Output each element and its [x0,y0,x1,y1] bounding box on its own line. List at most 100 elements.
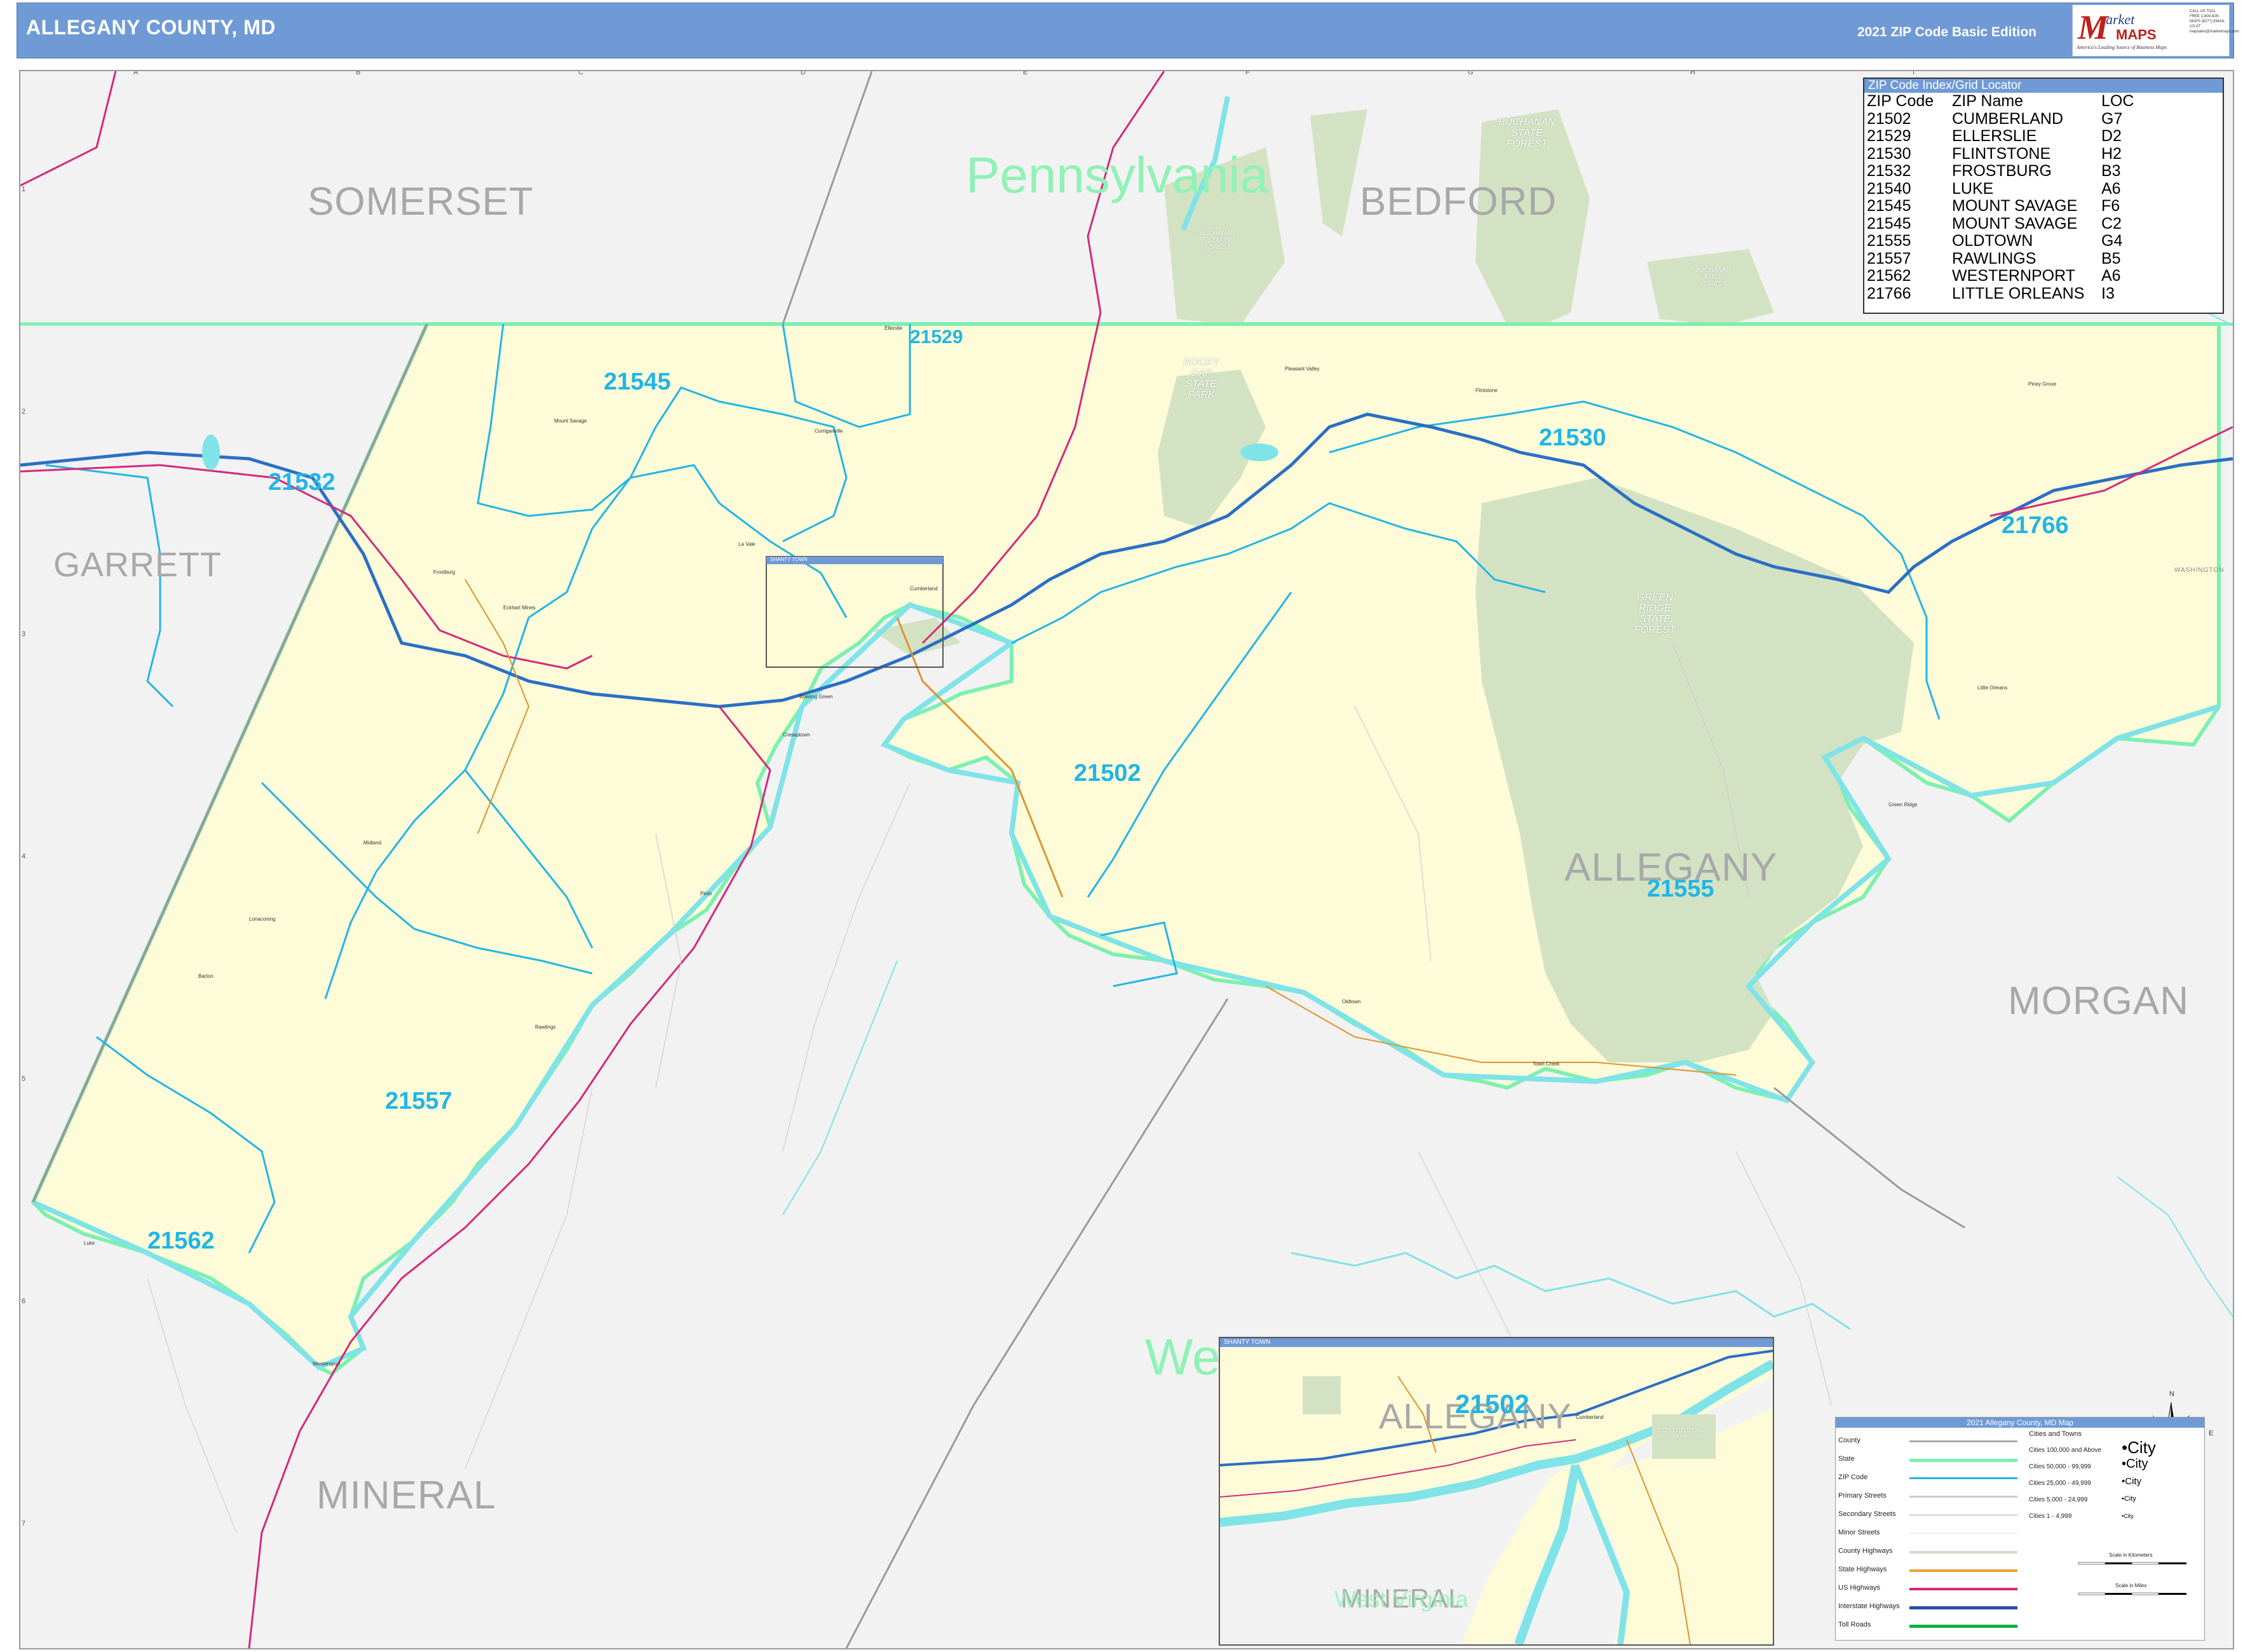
legend-cities-header: Cities and Towns [2029,1430,2082,1438]
inset-zip-21502[interactable]: 21502 [1455,1389,1529,1419]
zip-index-row[interactable]: 21530 FLINTSTONE H2 [1867,144,2134,163]
legend-minor-swatch [1909,1533,2017,1534]
grid-row-5: 5 [22,1075,26,1083]
grid-col-b: B [356,70,361,76]
zip-name-cell: FLINTSTONE [1952,144,2051,163]
map-title: ALLEGANY COUNTY, MD [26,16,276,39]
grid-col-c: C [578,70,583,76]
zip-label-21502[interactable]: 21502 [1074,760,1141,787]
town-oldtown[interactable]: Oldtown [1342,999,1360,1005]
zip-label-21562[interactable]: 21562 [147,1228,215,1255]
town-little-orleans[interactable]: Little Orleans [1977,685,2007,691]
town-flintstone[interactable]: Flintstone [1475,388,1498,393]
region-bedford: BEDFORD [1360,180,1557,224]
town-piney-grove[interactable]: Piney Grove [2028,381,2056,387]
town-cresaptown[interactable]: Cresaptown [783,732,810,738]
forest-buchanan-3: BUCHANAN STATE FOREST [1695,267,1732,288]
zip-index-row[interactable]: 21555 OLDTOWN G4 [1867,232,2134,250]
zip-index-row[interactable]: 21540 LUKE A6 [1867,180,2134,198]
shanty-town-inset[interactable]: SHANTY TOWN ALLEGANY 21502 MINERAL West … [1219,1337,1774,1646]
logo-arket-text: arket [2106,11,2135,27]
grid-row-2: 2 [22,408,26,416]
legend-city-sample-1: •City [2122,1438,2156,1457]
town-luke[interactable]: Luke [84,1240,95,1246]
zip-label-21555[interactable]: 21555 [1647,876,1714,903]
legend-county-hwy-label: County Highways [1838,1547,1893,1555]
town-la-vale[interactable]: La Vale [738,541,756,547]
zip-label-21530[interactable]: 21530 [1539,424,1606,452]
zip-label-21532[interactable]: 21532 [268,469,335,496]
region-garrett: GARRETT [53,546,222,584]
zip-index-row[interactable]: 21766 LITTLE ORLEANS I3 [1867,285,2134,303]
map-legend: 2021 Allegany County, MD Map County Stat… [1835,1417,2205,1641]
town-westernport[interactable]: Westernport [313,1361,340,1367]
town-bowling-green[interactable]: Bowling Green [799,694,832,700]
legend-primary-swatch [1909,1496,2017,1498]
town-corriganville[interactable]: Corriganville [815,428,843,434]
map-canvas[interactable]: A B C D E F G H I 1 2 3 4 5 6 7 SOMERSET… [19,70,2234,1649]
inset-locator-label: SHANTY TOWN [770,557,808,562]
town-mount-savage[interactable]: Mount Savage [554,418,587,424]
town-rawlings[interactable]: Rawlings [535,1024,555,1030]
zip-index-row[interactable]: 21557 RAWLINGS B5 [1867,250,2134,268]
loc-cell: F6 [2101,197,2120,215]
town-ellerslie[interactable]: Ellerslie [884,325,902,331]
legend-toll-label: Toll Roads [1838,1621,1871,1628]
zip-index-row[interactable]: 21502 CUMBERLAND G7 [1867,109,2134,128]
grid-col-f: F [1245,70,1250,76]
town-pleasant-valley[interactable]: Pleasant Valley [1285,366,1320,372]
zip-index-row[interactable]: 21545 MOUNT SAVAGE C2 [1867,215,2134,233]
zip-index-row[interactable]: 21562 WESTERNPORT A6 [1867,267,2134,285]
scale-bar-mi [2078,1592,2186,1595]
logo-tagline: America's Leading Source of Business Map… [2077,44,2167,50]
zip-code-cell: 21562 [1867,267,1911,285]
zip-index-row[interactable]: 21545 MOUNT SAVAGE F6 [1867,197,2134,215]
legend-city-class-5: Cities 1 - 4,999 [2029,1513,2072,1520]
market-maps-logo[interactable]: M arket MAPS America's Leading Source of… [2072,4,2239,57]
town-frostburg[interactable]: Frostburg [433,569,455,575]
grid-col-d: D [801,70,806,76]
col-loc: LOC [2101,92,2134,110]
loc-cell: G7 [2101,109,2123,128]
zip-label-21545[interactable]: 21545 [604,369,671,396]
town-pinto[interactable]: Pinto [700,891,712,897]
town-barton[interactable]: Barton [198,973,213,979]
zip-code-cell: 21532 [1867,162,1911,180]
legend-city-class-1: Cities 100,000 and Above [2029,1447,2101,1454]
town-town-creek[interactable]: Town Creek [1533,1061,1559,1067]
zip-label-21529[interactable]: 21529 [910,327,963,348]
legend-us-hwy-label: US Highways [1838,1584,1881,1592]
zip-index-row[interactable]: 21529 ELLERSLIE D2 [1867,127,2134,146]
town-midland[interactable]: Midland [363,840,381,846]
grid-row-3: 3 [22,630,26,638]
legend-county-label: County [1838,1437,1860,1444]
loc-cell: A6 [2101,267,2121,285]
legend-city-sample-4: •City [2122,1495,2136,1503]
loc-cell: C2 [2101,214,2122,233]
legend-us-hwy-swatch [1909,1588,2017,1590]
town-green-ridge[interactable]: Green Ridge [1888,802,1917,808]
loc-cell: A6 [2101,179,2121,198]
region-morgan: MORGAN [2008,979,2189,1023]
zip-code-cell: 21545 [1867,214,1911,233]
zip-index-row[interactable]: 21532 FROSTBURG B3 [1867,162,2134,180]
zip-name-cell: LITTLE ORLEANS [1952,284,2085,302]
loc-cell: I3 [2101,284,2115,302]
town-eckhart-mines[interactable]: Eckhart Mines [503,605,536,611]
zip-label-21557[interactable]: 21557 [385,1088,452,1115]
grid-row-7: 7 [22,1520,26,1527]
zip-label-21766[interactable]: 21766 [2002,512,2069,539]
grid-row-6: 6 [22,1297,26,1305]
zip-name-cell: MOUNT SAVAGE [1952,214,2078,233]
inset-town-cumberland[interactable]: Cumberland [1576,1414,1604,1420]
zip-code-cell: 21557 [1867,249,1911,267]
legend-state-label: State [1838,1455,1855,1463]
town-lonaconing[interactable]: Lonaconing [249,916,275,922]
legend-city-sample-2: •City [2122,1457,2148,1471]
zip-code-cell: 21530 [1867,144,1911,163]
legend-toll-swatch [1909,1625,2017,1628]
zip-name-cell: OLDTOWN [1952,232,2033,250]
town-cumberland[interactable]: Cumberland [910,586,938,592]
lake-habeeb [1240,443,1278,461]
zip-code-cell: 21555 [1867,232,1911,250]
